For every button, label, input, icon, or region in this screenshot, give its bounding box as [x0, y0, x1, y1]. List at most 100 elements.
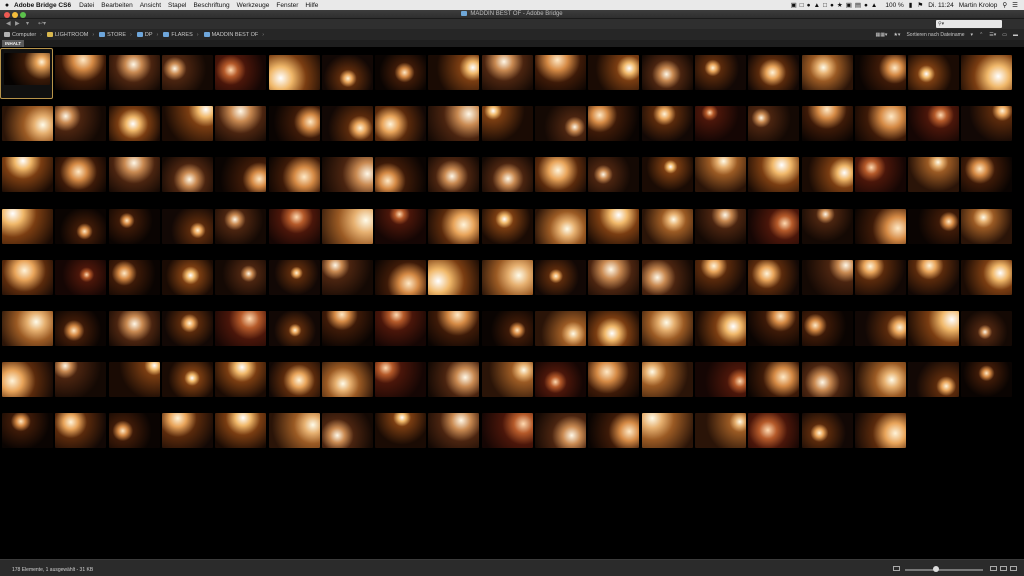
thumbnail[interactable] — [2, 311, 53, 346]
back-icon[interactable]: ◀ — [6, 20, 11, 27]
thumbnail[interactable] — [108, 208, 160, 244]
breadcrumb-dp[interactable]: DP › — [136, 32, 158, 38]
thumbnail[interactable] — [854, 106, 906, 142]
thumbnail[interactable] — [854, 55, 906, 90]
thumbnail[interactable] — [481, 157, 533, 193]
thumbnail[interactable] — [321, 106, 373, 142]
thumbnail[interactable] — [161, 157, 213, 193]
thumbnail[interactable] — [694, 157, 746, 193]
thumbnail[interactable] — [428, 311, 480, 346]
thumbnail[interactable] — [2, 208, 53, 244]
thumbnail[interactable] — [268, 55, 320, 90]
thumbnail[interactable] — [908, 55, 960, 90]
thumbnail[interactable] — [321, 208, 373, 244]
thumbnail[interactable] — [161, 106, 213, 142]
thumbnail[interactable] — [748, 106, 800, 142]
thumbnail[interactable] — [55, 362, 107, 398]
thumbnail[interactable] — [375, 259, 427, 295]
menu-item-datei[interactable]: Datei — [79, 2, 94, 9]
thumbnail[interactable] — [854, 157, 906, 193]
thumbnail[interactable] — [55, 413, 107, 449]
thumbnail-size-small-icon[interactable] — [893, 566, 900, 571]
thumbnail[interactable] — [694, 208, 746, 244]
thumbnail[interactable] — [854, 259, 906, 295]
thumbnail[interactable] — [108, 413, 160, 449]
thumbnail[interactable] — [215, 362, 267, 398]
thumbnail[interactable] — [535, 413, 586, 449]
thumbnail[interactable] — [428, 157, 480, 193]
thumbnail[interactable] — [321, 311, 373, 346]
thumbnail[interactable] — [641, 259, 693, 295]
thumbnail[interactable] — [801, 208, 853, 244]
thumbnail[interactable] — [801, 259, 853, 295]
thumbnail[interactable] — [161, 362, 213, 398]
thumbnail[interactable] — [481, 208, 533, 244]
thumbnail[interactable] — [428, 259, 480, 295]
slider-handle[interactable] — [933, 566, 939, 572]
breadcrumb-store[interactable]: STORE › — [99, 32, 132, 38]
thumbnail[interactable] — [108, 157, 160, 193]
thumbnail-size-slider[interactable] — [905, 569, 983, 571]
thumbnail[interactable] — [428, 55, 480, 90]
thumbnail[interactable] — [641, 157, 693, 193]
thumbnail[interactable] — [535, 362, 586, 398]
thumbnail[interactable] — [748, 157, 800, 193]
thumbnail[interactable] — [375, 157, 427, 193]
thumbnail[interactable] — [535, 259, 586, 295]
thumbnail[interactable] — [801, 413, 853, 449]
thumbnail[interactable] — [854, 311, 906, 346]
thumbnail[interactable] — [961, 157, 1013, 193]
thumbnail[interactable] — [908, 157, 960, 193]
thumbnail[interactable] — [961, 259, 1013, 295]
thumbnail[interactable] — [801, 106, 853, 142]
thumbnail[interactable] — [961, 311, 1013, 346]
thumbnail[interactable] — [535, 311, 586, 346]
thumbnail[interactable] — [108, 362, 160, 398]
thumbnail[interactable] — [748, 55, 800, 90]
thumbnail[interactable] — [428, 208, 480, 244]
breadcrumb-lightroom[interactable]: LIGHTROOM › — [47, 32, 94, 38]
thumbnail[interactable] — [108, 259, 160, 295]
thumbnail[interactable] — [321, 259, 373, 295]
thumbnail[interactable] — [375, 106, 427, 142]
grid-lock-icon[interactable] — [990, 566, 997, 571]
thumbnail[interactable] — [694, 106, 746, 142]
menu-item-fenster[interactable]: Fenster — [276, 2, 298, 9]
sort-dropdown[interactable]: Sortieren nach Dateiname — [906, 32, 964, 38]
thumbnail[interactable] — [694, 362, 746, 398]
forward-icon[interactable]: ▶ — [15, 20, 20, 27]
thumbnail[interactable] — [535, 106, 586, 142]
thumbnail[interactable] — [535, 208, 586, 244]
thumbnail[interactable] — [588, 413, 640, 449]
thumbnail[interactable] — [641, 208, 693, 244]
thumbnail[interactable] — [375, 362, 427, 398]
thumbnail[interactable] — [801, 55, 853, 90]
thumbnail[interactable] — [481, 362, 533, 398]
thumbnail[interactable] — [641, 55, 693, 90]
thumbnail[interactable] — [375, 413, 427, 449]
thumbnail[interactable] — [2, 106, 53, 142]
thumbnail[interactable] — [854, 413, 906, 449]
thumbnail[interactable] — [55, 55, 107, 90]
thumbnail[interactable] — [428, 362, 480, 398]
thumbnail[interactable] — [268, 157, 320, 193]
thumbnail[interactable] — [748, 259, 800, 295]
thumbnail[interactable] — [694, 413, 746, 449]
thumbnail[interactable] — [908, 208, 960, 244]
open-recent-icon[interactable]: ☰▾ — [989, 32, 996, 38]
thumbnail[interactable] — [748, 311, 800, 346]
thumbnail[interactable] — [428, 413, 480, 449]
breadcrumb-maddin-best-of[interactable]: MADDIN BEST OF › — [203, 32, 264, 38]
thumbnail[interactable] — [215, 208, 267, 244]
new-folder-icon[interactable]: ▭ — [1002, 32, 1007, 38]
apple-icon[interactable]: ● — [0, 2, 14, 9]
thumbnail[interactable] — [694, 259, 746, 295]
search-input[interactable]: ⚲▾ — [936, 20, 1002, 28]
notification-icon[interactable]: ☰ — [1012, 1, 1018, 9]
thumbnail[interactable] — [641, 413, 693, 449]
thumbnail[interactable] — [321, 413, 373, 449]
thumbnail[interactable] — [588, 106, 640, 142]
thumbnail[interactable] — [55, 259, 107, 295]
thumbnail[interactable] — [748, 413, 800, 449]
thumbnail[interactable] — [268, 208, 320, 244]
